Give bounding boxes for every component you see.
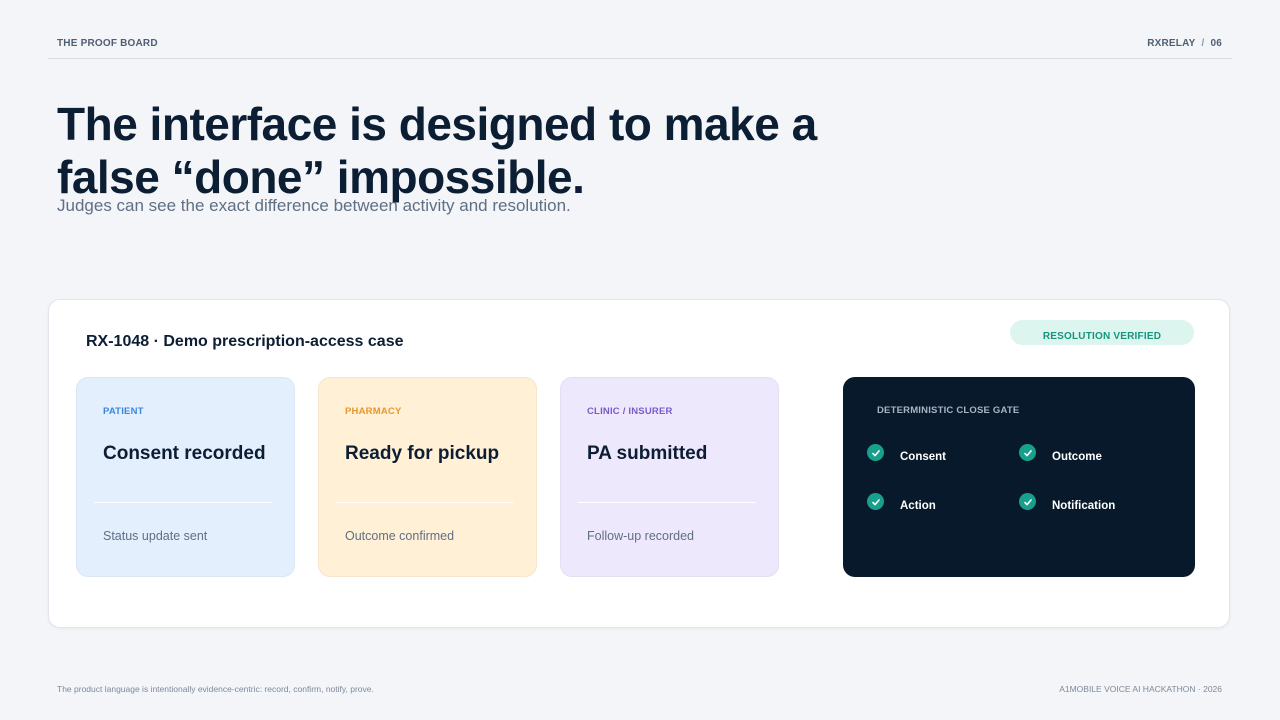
- case-panel: RX-1048 · Demo prescription-access case …: [48, 299, 1230, 628]
- footer-note: The product language is intentionally ev…: [57, 684, 374, 694]
- gate-item-label: Outcome: [1052, 451, 1102, 463]
- page-subtitle: Judges can see the exact difference betw…: [57, 196, 571, 215]
- card-status: Ready for pickup: [345, 443, 500, 464]
- card-clinic-insurer: CLINIC / INSURER PA submitted Follow-up …: [560, 377, 779, 577]
- card-divider: [578, 502, 756, 503]
- check-circle-icon: [1019, 444, 1036, 461]
- footer-event: A1MOBILE VOICE AI HACKATHON · 2026: [1059, 684, 1222, 694]
- check-circle-icon: [867, 493, 884, 510]
- card-note: Follow-up recorded: [587, 529, 694, 543]
- header-brand-page: RXRELAY / 06: [1147, 38, 1222, 49]
- close-gate-panel: DETERMINISTIC CLOSE GATE Consent Outcome…: [843, 377, 1195, 577]
- header-separator: /: [1201, 38, 1205, 49]
- case-title: RX-1048 · Demo prescription-access case: [86, 333, 404, 350]
- card-divider: [336, 502, 514, 503]
- check-circle-icon: [867, 444, 884, 461]
- gate-item-label: Consent: [900, 451, 946, 463]
- card-note: Status update sent: [103, 529, 208, 543]
- card-divider: [94, 502, 272, 503]
- card-role: PATIENT: [103, 406, 144, 417]
- card-status: PA submitted: [587, 443, 708, 464]
- page-title: The interface is designed to make a fals…: [57, 98, 877, 204]
- header-brand: RXRELAY: [1147, 38, 1196, 49]
- close-gate-title: DETERMINISTIC CLOSE GATE: [877, 405, 1020, 416]
- card-pharmacy: PHARMACY Ready for pickup Outcome confir…: [318, 377, 537, 577]
- check-circle-icon: [1019, 493, 1036, 510]
- header-section-label: THE PROOF BOARD: [57, 38, 158, 49]
- card-role: PHARMACY: [345, 406, 402, 417]
- gate-item-label: Notification: [1052, 500, 1116, 512]
- card-status: Consent recorded: [103, 443, 266, 464]
- card-patient: PATIENT Consent recorded Status update s…: [76, 377, 295, 577]
- header-rule: [48, 58, 1232, 59]
- card-note: Outcome confirmed: [345, 529, 455, 543]
- gate-item-label: Action: [900, 500, 936, 512]
- resolution-badge: RESOLUTION VERIFIED: [1010, 320, 1194, 345]
- page-title-line1: The interface is designed to make a: [57, 98, 817, 150]
- page-number: 06: [1210, 38, 1222, 49]
- card-role: CLINIC / INSURER: [587, 406, 673, 417]
